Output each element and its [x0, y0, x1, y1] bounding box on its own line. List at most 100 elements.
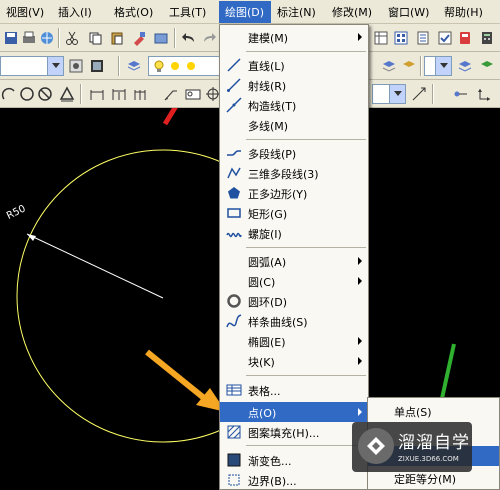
watermark-title: 溜溜自学	[398, 433, 470, 453]
make-current-icon[interactable]	[400, 57, 418, 75]
table-style-icon[interactable]	[88, 57, 106, 75]
boundary-icon	[228, 474, 240, 486]
table-icon	[226, 384, 242, 396]
orange-arrow-shaft	[145, 349, 206, 401]
design-center-icon[interactable]	[372, 29, 390, 47]
text-style-combo[interactable]	[0, 56, 64, 76]
sun-icon	[171, 62, 179, 70]
menu-format[interactable]: 格式(O)	[108, 1, 163, 23]
save-icon[interactable]	[2, 29, 20, 47]
plot-icon[interactable]	[20, 29, 38, 47]
menu-item-boundary[interactable]: 边界(B)...	[220, 470, 368, 490]
calculator-icon[interactable]	[478, 29, 496, 47]
layer-walk-icon[interactable]	[478, 57, 496, 75]
sun-icon	[187, 62, 195, 70]
menu-item-circle[interactable]: 圆(C)	[220, 271, 368, 291]
menu-item-helix[interactable]: 螺旋(I)	[220, 223, 368, 243]
baseline-dim-icon[interactable]	[110, 85, 128, 103]
layer-previous-icon[interactable]	[456, 57, 474, 75]
submenu-arrow-icon	[358, 357, 362, 365]
watermark: 溜溜自学 ZIXUE.3D66.COM	[352, 422, 472, 472]
chevron-down-icon[interactable]	[389, 85, 405, 103]
menu-item-multiline[interactable]: 多线(M)	[220, 115, 368, 135]
paste-icon[interactable]	[108, 29, 126, 47]
lightbulb-icon	[154, 60, 164, 72]
menu-dimension[interactable]: 标注(N)	[271, 1, 326, 23]
submenu-arrow-icon	[358, 277, 362, 285]
dim-style-combo[interactable]	[372, 84, 406, 104]
menu-item-rectangle[interactable]: 矩形(G)	[220, 203, 368, 223]
quick-leader-icon[interactable]	[162, 85, 180, 103]
menu-item-3d-polyline[interactable]: 三维多段线(3)	[220, 163, 368, 183]
no-entry-icon[interactable]	[36, 85, 54, 103]
polygon-icon	[228, 187, 240, 199]
construction-line-icon	[226, 97, 242, 113]
menu-item-spline[interactable]: 样条曲线(S)	[220, 311, 368, 331]
copy-icon[interactable]	[86, 29, 104, 47]
menu-item-polyline[interactable]: 多段线(P)	[220, 143, 368, 163]
triangle-icon[interactable]	[58, 85, 76, 103]
layer-combo[interactable]	[148, 56, 220, 76]
watermark-logo-icon	[358, 428, 394, 464]
line-icon	[227, 58, 241, 72]
quickcalc-icon[interactable]	[456, 29, 474, 47]
continue-dim-icon[interactable]	[132, 85, 150, 103]
menu-bar: 视图(V) 插入(I) 格式(O) 工具(T) 绘图(D) 标注(N) 修改(M…	[0, 0, 500, 24]
menu-item-donut[interactable]: 圆环(D)	[220, 291, 368, 311]
gradient-icon	[227, 453, 241, 467]
chevron-down-icon[interactable]	[435, 57, 451, 75]
radius-dimension-line[interactable]	[26, 233, 164, 299]
watermark-subtitle: ZIXUE.3D66.COM	[398, 455, 459, 463]
menu-item-hatch[interactable]: 图案填充(H)...	[220, 422, 368, 442]
sheet-set-icon[interactable]	[414, 29, 432, 47]
menu-item-modeling[interactable]: 建模(M)	[220, 27, 368, 47]
arc-icon[interactable]	[0, 85, 18, 103]
tool-palettes-icon[interactable]	[392, 29, 410, 47]
menu-window[interactable]: 窗口(W)	[382, 1, 438, 23]
tolerance-icon[interactable]	[184, 85, 202, 103]
menu-help[interactable]: 帮助(H)	[438, 1, 500, 23]
submenu-arrow-icon	[358, 408, 362, 416]
menu-item-gradient[interactable]: 渐变色...	[220, 450, 368, 470]
dim-update-icon[interactable]	[410, 85, 428, 103]
publish-icon[interactable]	[38, 29, 56, 47]
submenu-arrow-icon	[358, 337, 362, 345]
menu-item-table[interactable]: 表格...	[220, 380, 368, 400]
markup-set-icon[interactable]	[436, 29, 454, 47]
menu-item-ray[interactable]: 射线(R)	[220, 75, 368, 95]
menu-item-arc[interactable]: 圆弧(A)	[220, 251, 368, 271]
menu-item-line[interactable]: 直线(L)	[220, 55, 368, 75]
layers-icon[interactable]	[125, 57, 143, 75]
menu-tools[interactable]: 工具(T)	[163, 1, 219, 23]
ucs-icon[interactable]	[476, 85, 494, 103]
redo-icon[interactable]	[200, 29, 218, 47]
undo-icon[interactable]	[180, 29, 198, 47]
style-manager-icon[interactable]	[67, 57, 85, 75]
menu-item-ellipse[interactable]: 椭圆(E)	[220, 331, 368, 351]
linear-dim-icon[interactable]	[88, 85, 106, 103]
menu-item-polygon[interactable]: 正多边形(Y)	[220, 183, 368, 203]
draw-menu: 建模(M) 直线(L) 射线(R) 构造线(T) 多线(M) 多段线(P) 三维…	[219, 24, 369, 490]
menu-modify[interactable]: 修改(M)	[326, 1, 382, 23]
menu-item-construction-line[interactable]: 构造线(T)	[220, 95, 368, 115]
3d-polyline-icon	[227, 167, 241, 179]
menu-draw[interactable]: 绘图(D)	[219, 0, 271, 23]
donut-icon	[227, 294, 241, 308]
chevron-down-icon[interactable]	[47, 57, 63, 75]
menu-item-point[interactable]: 点(O)	[220, 402, 368, 422]
submenu-item-single-point[interactable]: 单点(S)	[368, 401, 499, 421]
plot-style-combo[interactable]	[424, 56, 452, 76]
submenu-arrow-icon	[358, 33, 362, 41]
menu-item-block[interactable]: 块(K)	[220, 351, 368, 371]
block-editor-icon[interactable]	[152, 29, 170, 47]
spline-icon	[226, 314, 242, 328]
circle-icon[interactable]	[18, 85, 36, 103]
point-style-icon[interactable]	[452, 85, 470, 103]
menu-insert[interactable]: 插入(I)	[52, 1, 108, 23]
cut-icon[interactable]	[63, 29, 81, 47]
hatch-icon	[227, 425, 241, 439]
rectangle-icon	[227, 208, 241, 218]
layer-state-icon[interactable]	[380, 57, 398, 75]
match-properties-icon[interactable]	[130, 29, 148, 47]
menu-view[interactable]: 视图(V)	[0, 1, 52, 23]
